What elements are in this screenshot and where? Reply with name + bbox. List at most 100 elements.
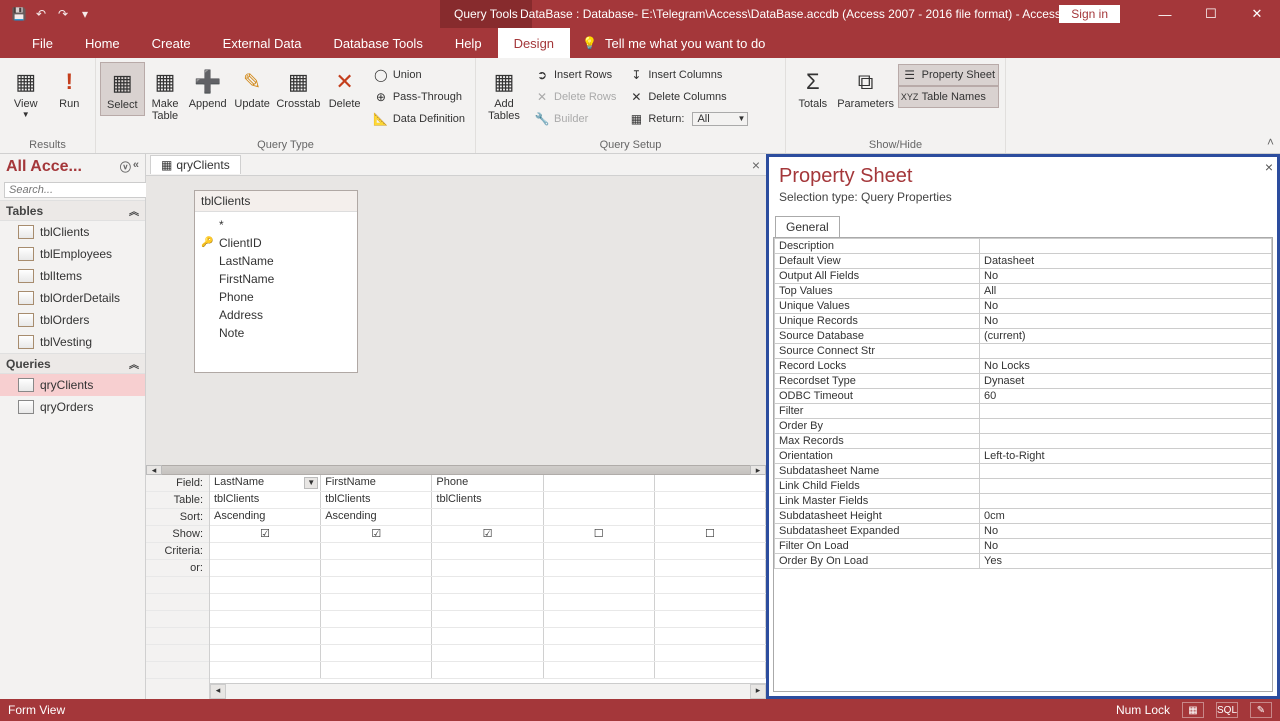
tab-file[interactable]: File [16,28,69,58]
grid-cell[interactable] [544,492,655,508]
navpane-header[interactable]: All Acce... ⓥ« [0,154,145,180]
property-value[interactable]: No Locks [980,359,1272,374]
grid-cell[interactable] [432,645,543,661]
grid-cell[interactable] [210,543,321,559]
grid-cell[interactable]: Phone [432,475,543,491]
property-row[interactable]: Subdatasheet Height0cm [775,509,1272,524]
grid-cell[interactable]: ☐ [655,526,766,542]
property-value[interactable]: No [980,314,1272,329]
grid-cell[interactable] [210,662,321,678]
grid-cell[interactable] [321,543,432,559]
grid-cell[interactable]: FirstName [321,475,432,491]
insertrows-button[interactable]: ➲Insert Rows [530,64,620,86]
tab-design[interactable]: Design [498,28,570,58]
crosstab-button[interactable]: ▦Crosstab [274,62,322,114]
property-value[interactable]: No [980,299,1272,314]
collapse-pane-icon[interactable]: « [133,159,139,175]
table-field[interactable]: 🔑ClientID [195,234,357,252]
scroll-left-icon[interactable]: ◂ [146,465,162,475]
property-value[interactable]: 60 [980,389,1272,404]
maximize-button[interactable]: ☐ [1188,0,1234,28]
grid-cell[interactable] [655,594,766,610]
grid-cell[interactable] [544,475,655,491]
property-row[interactable]: Link Child Fields [775,479,1272,494]
redo-icon[interactable]: ↷ [54,5,72,23]
property-row[interactable]: Source Database(current) [775,329,1272,344]
table-field[interactable]: Phone [195,288,357,306]
sql-view-icon[interactable]: SQL [1216,702,1238,718]
tellme-input[interactable]: Tell me what you want to do [605,28,781,58]
splitter[interactable]: ◂▸ [146,465,766,475]
dropdown-icon[interactable]: ▼ [304,477,318,489]
maketable-button[interactable]: ▦Make Table [145,62,186,126]
grid-cell[interactable] [210,628,321,644]
tab-database-tools[interactable]: Database Tools [317,28,438,58]
property-row[interactable]: Filter [775,404,1272,419]
grid-cell[interactable] [321,594,432,610]
circle-chevron-icon[interactable]: ⓥ [120,159,131,175]
datadef-button[interactable]: 📐Data Definition [369,108,469,130]
property-value[interactable] [980,494,1272,509]
property-row[interactable]: Top ValuesAll [775,284,1272,299]
signin-button[interactable]: Sign in [1059,5,1120,23]
grid-cell[interactable] [432,628,543,644]
grid-cell[interactable]: ☐ [544,526,655,542]
collapse-ribbon-icon[interactable]: ˄ [1267,135,1274,149]
grid-cell[interactable] [655,492,766,508]
property-row[interactable]: Subdatasheet Name [775,464,1272,479]
property-row[interactable]: Description [775,239,1272,254]
grid-cell[interactable]: ☑ [321,526,432,542]
property-row[interactable]: Record LocksNo Locks [775,359,1272,374]
nav-group-queries[interactable]: Queries︽ [0,353,145,374]
grid-cell[interactable]: Ascending [321,509,432,525]
grid-cell[interactable] [432,611,543,627]
insertcols-button[interactable]: ↧Insert Columns [624,64,752,86]
grid-cell[interactable] [655,475,766,491]
table-field[interactable]: Note [195,324,357,342]
tab-home[interactable]: Home [69,28,136,58]
property-value[interactable]: No [980,269,1272,284]
property-value[interactable]: Datasheet [980,254,1272,269]
grid-cell[interactable] [210,577,321,593]
builder-button[interactable]: 🔧Builder [530,108,620,130]
grid-cell[interactable] [321,560,432,576]
append-button[interactable]: ➕Append [185,62,229,114]
scroll-right-icon[interactable]: ▸ [750,684,766,699]
scroll-left-icon[interactable]: ◂ [210,684,226,699]
view-button[interactable]: ▦ View ▼ [4,62,48,123]
grid-cell[interactable] [432,662,543,678]
return-select[interactable]: All▼ [692,112,748,126]
property-row[interactable]: ODBC Timeout60 [775,389,1272,404]
document-tab[interactable]: ▦qryClients [150,155,241,174]
update-button[interactable]: ✎Update [230,62,274,114]
deleterows-button[interactable]: ✕Delete Rows [530,86,620,108]
run-button[interactable]: ! Run [48,62,92,114]
grid-cell[interactable] [544,509,655,525]
tab-help[interactable]: Help [439,28,498,58]
search-input[interactable] [4,182,157,198]
grid-cell[interactable] [655,560,766,576]
design-surface[interactable]: tblClients *🔑ClientIDLastNameFirstNamePh… [146,176,766,465]
grid-cell[interactable]: Ascending [210,509,321,525]
property-value[interactable]: No [980,539,1272,554]
property-row[interactable]: Subdatasheet ExpandedNo [775,524,1272,539]
property-row[interactable]: Default ViewDatasheet [775,254,1272,269]
grid-cell[interactable] [210,611,321,627]
close-propertysheet-icon[interactable]: × [1265,159,1273,175]
grid-cell[interactable] [655,628,766,644]
property-row[interactable]: Order By On LoadYes [775,554,1272,569]
grid-cell[interactable] [544,611,655,627]
property-row[interactable]: Recordset TypeDynaset [775,374,1272,389]
grid-cell[interactable] [321,611,432,627]
table-field[interactable]: * [195,216,357,234]
nav-item-table[interactable]: tblOrderDetails [0,287,145,309]
property-value[interactable]: Dynaset [980,374,1272,389]
tab-general[interactable]: General [775,216,840,237]
nav-item-query[interactable]: qryOrders [0,396,145,418]
grid-cell[interactable] [432,560,543,576]
passthrough-button[interactable]: ⊕Pass-Through [369,86,469,108]
grid-cell[interactable] [432,594,543,610]
grid-cell[interactable]: ☑ [432,526,543,542]
table-card[interactable]: tblClients *🔑ClientIDLastNameFirstNamePh… [194,190,358,373]
close-button[interactable]: ✕ [1234,0,1280,28]
